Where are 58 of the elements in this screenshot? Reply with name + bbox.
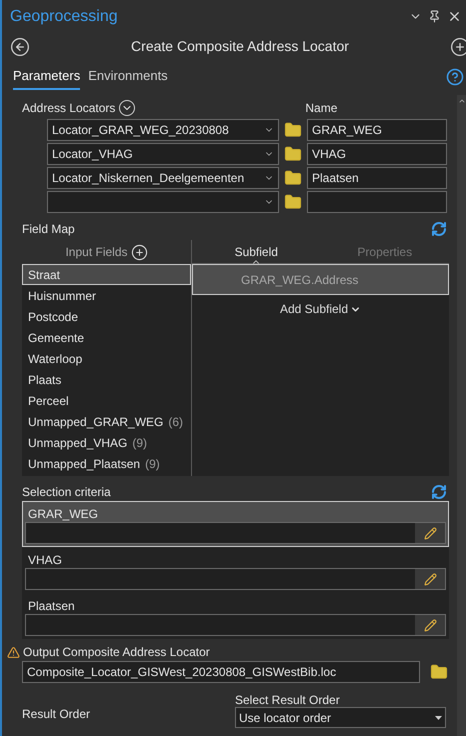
pin-icon[interactable] xyxy=(428,10,441,23)
list-item[interactable]: Straat xyxy=(22,264,191,285)
locator-dropdown[interactable]: Locator_VHAG xyxy=(47,143,279,165)
tab[interactable]: Parameters xyxy=(13,66,80,90)
field-label: Select Result Order xyxy=(235,692,341,706)
folder-icon[interactable] xyxy=(284,121,302,139)
locator-dropdown[interactable]: Locator_Niskernen_Deelgemeenten xyxy=(47,167,279,189)
pencil-icon[interactable] xyxy=(424,618,436,632)
field-label: Name xyxy=(305,100,338,117)
name-field[interactable] xyxy=(307,191,447,213)
list-item[interactable]: Waterloop xyxy=(22,348,191,369)
back-icon[interactable] xyxy=(10,36,30,56)
column-header: Input Fields xyxy=(65,244,128,261)
field-label: Selection criteria xyxy=(22,484,111,501)
criteria-item[interactable]: VHAG xyxy=(22,547,449,593)
add-icon[interactable] xyxy=(130,244,148,260)
list-item[interactable]: Gemeente xyxy=(22,327,191,348)
close-icon[interactable] xyxy=(447,9,462,24)
pencil-icon[interactable] xyxy=(424,572,436,586)
scrollbar[interactable] xyxy=(457,95,466,736)
result-order-dropdown[interactable]: Use locator order xyxy=(235,707,446,728)
name-field[interactable]: VHAG xyxy=(307,143,447,165)
pencil-icon[interactable] xyxy=(424,526,436,540)
list-item[interactable]: Plaats xyxy=(22,369,191,390)
locator-dropdown[interactable] xyxy=(47,191,279,213)
output-field[interactable]: Composite_Locator_GISWest_20230808_GISWestBib.loc xyxy=(22,661,420,683)
list-item[interactable]: Huisnummer xyxy=(22,285,191,306)
criteria-item[interactable]: Plaatsen xyxy=(22,593,449,639)
list-item[interactable]: Unmapped_Plaatsen (9) xyxy=(22,453,191,474)
field-label: Output Composite Address Locator xyxy=(23,644,210,661)
list-item[interactable]: Unmapped_VHAG (9) xyxy=(22,432,191,453)
name-field[interactable]: Plaatsen xyxy=(307,167,447,189)
tab[interactable]: Subfield xyxy=(192,240,320,264)
folder-icon[interactable] xyxy=(284,169,302,187)
dropdown-arrow-icon xyxy=(435,716,442,720)
field-label: Address Locators xyxy=(22,100,116,117)
folder-icon[interactable] xyxy=(284,193,302,211)
refresh-icon[interactable] xyxy=(431,484,447,500)
help-icon[interactable] xyxy=(446,68,464,86)
locator-dropdown[interactable]: Locator_GRAR_WEG_20230808 xyxy=(47,119,279,141)
list-item[interactable]: Perceel xyxy=(22,390,191,411)
panel-title: Geoprocessing xyxy=(10,6,118,26)
field-label: Field Map xyxy=(22,221,75,238)
refresh-icon[interactable] xyxy=(431,221,447,237)
tab[interactable]: Environments xyxy=(88,66,168,90)
tool-title: Create Composite Address Locator xyxy=(130,37,350,56)
expand-icon[interactable] xyxy=(119,100,136,116)
criteria-item[interactable]: GRAR_WEG xyxy=(22,501,449,547)
add-subfield-button[interactable]: Add Subfield xyxy=(280,300,362,318)
list-item[interactable]: Unmapped_GRAR_WEG (6) xyxy=(22,411,191,432)
name-field[interactable]: GRAR_WEG xyxy=(307,119,447,141)
add-icon[interactable] xyxy=(450,36,466,56)
folder-icon[interactable] xyxy=(284,145,302,163)
folder-icon[interactable] xyxy=(430,663,448,681)
scroll-up-icon[interactable] xyxy=(458,97,466,105)
list-item[interactable]: Postcode xyxy=(22,306,191,327)
field-label: Result Order xyxy=(22,706,92,723)
list-item[interactable]: GRAR_WEG.Address xyxy=(192,264,449,295)
